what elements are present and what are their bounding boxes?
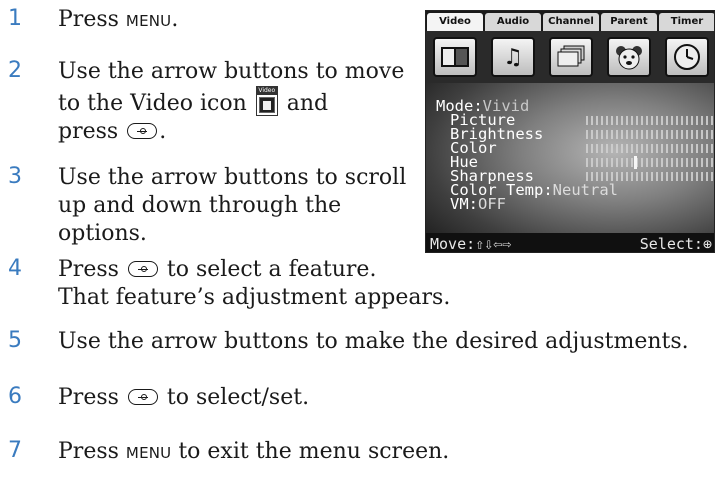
tab-channel: Channel xyxy=(543,13,599,31)
menu-key-label: MENU xyxy=(125,444,172,462)
hue-slider xyxy=(586,156,714,169)
step-text: Use the arrow buttons to make the desire… xyxy=(58,329,689,354)
step-number: 4 xyxy=(8,256,22,281)
menu-key-label: MENU xyxy=(125,12,172,30)
audio-icon: ♫ xyxy=(491,37,535,77)
tab-audio: Audio xyxy=(485,13,541,31)
vm-item: VM:OFF xyxy=(450,195,506,213)
step-text: Press xyxy=(58,385,126,410)
step-number: 7 xyxy=(8,438,22,463)
arrow-keys-icon: ⇧⇩⇦⇨ xyxy=(475,234,512,253)
tv-menu-screenshot: Video Audio Channel Parent Timer ♫ Mode:… xyxy=(425,10,715,253)
step-number: 6 xyxy=(8,384,22,409)
step-text: Press xyxy=(58,439,126,464)
menu-footer: Move:⇧⇩⇦⇨ Select:⊕ xyxy=(426,233,714,253)
picture-slider xyxy=(586,116,714,125)
step-number: 2 xyxy=(8,58,22,83)
brightness-slider xyxy=(586,130,714,139)
step-number: 3 xyxy=(8,164,22,189)
sharpness-slider xyxy=(586,172,714,181)
tab-timer: Timer xyxy=(659,13,714,31)
step-text: Use the arrow buttons to scroll xyxy=(58,165,407,190)
select-button-icon xyxy=(127,261,158,277)
video-icon xyxy=(433,37,477,77)
video-icon: Video xyxy=(255,86,278,116)
menu-icon-row: ♫ xyxy=(426,31,714,83)
step-text: Use the arrow buttons to move xyxy=(58,59,405,84)
tab-video: Video xyxy=(427,13,483,31)
timer-icon xyxy=(665,37,709,77)
step-number: 1 xyxy=(8,6,22,31)
select-button-icon xyxy=(127,389,158,405)
select-button-icon xyxy=(127,123,158,139)
step-number: 5 xyxy=(8,328,22,353)
color-slider xyxy=(586,144,714,153)
channel-icon xyxy=(549,37,593,77)
select-symbol-icon: ⊕ xyxy=(702,234,712,253)
parent-icon xyxy=(607,37,651,77)
tab-parent: Parent xyxy=(601,13,657,31)
step-text: Press xyxy=(58,7,126,32)
menu-tabs: Video Audio Channel Parent Timer xyxy=(426,11,714,31)
step-text: Press xyxy=(58,257,126,282)
